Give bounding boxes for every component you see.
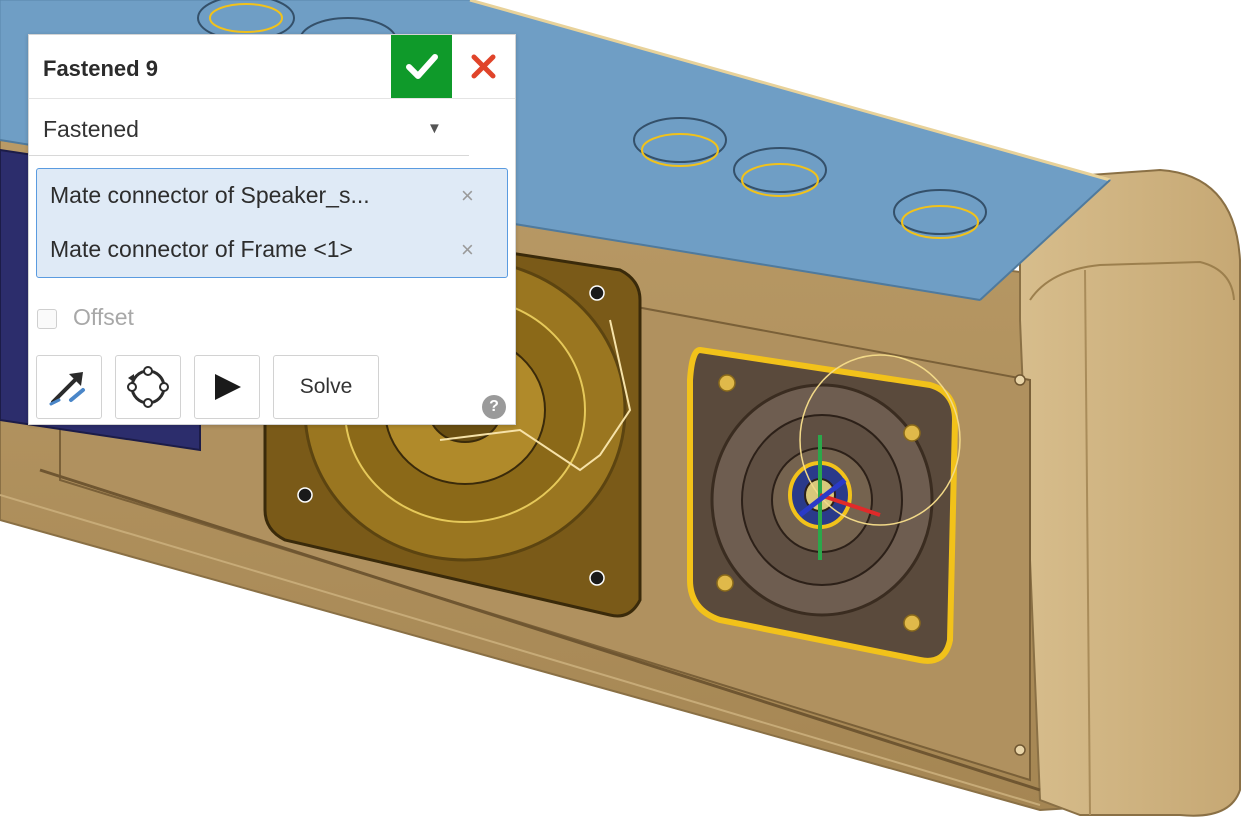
selection-item[interactable]: Mate connector of Speaker_s... × <box>37 169 507 223</box>
offset-label: Offset <box>73 304 134 330</box>
help-question-icon[interactable]: ? <box>482 395 506 419</box>
selection-label: Mate connector of Frame <1> <box>50 236 353 262</box>
dialog-header: Fastened 9 <box>29 35 515 99</box>
reorient-rotate-icon <box>127 366 169 408</box>
close-x-icon <box>471 54 496 79</box>
offset-option[interactable]: Offset <box>37 303 237 333</box>
remove-selection-icon[interactable]: × <box>461 237 474 263</box>
reorient-secondary-axis-button[interactable] <box>115 355 181 419</box>
flip-primary-axis-button[interactable] <box>36 355 102 419</box>
mate-type-value: Fastened <box>43 116 139 142</box>
solve-label: Solve <box>299 375 353 398</box>
dialog-title[interactable]: Fastened 9 <box>43 56 158 82</box>
chevron-down-icon: ▼ <box>427 120 442 137</box>
remove-selection-icon[interactable]: × <box>461 183 474 209</box>
checkmark-icon <box>406 54 438 79</box>
selection-item[interactable]: Mate connector of Frame <1> × <box>37 223 507 277</box>
flip-direction-arrow-icon <box>49 372 85 406</box>
animate-button[interactable] <box>194 355 260 419</box>
offset-checkbox[interactable] <box>37 309 57 329</box>
solve-button[interactable]: Solve <box>273 355 379 419</box>
selection-label: Mate connector of Speaker_s... <box>50 182 370 208</box>
accept-button[interactable] <box>391 35 452 98</box>
mate-feature-dialog: Fastened 9 Fastened ▼ Mate connector of … <box>28 34 516 425</box>
play-animate-icon <box>215 374 241 400</box>
mate-type-select[interactable]: Fastened ▼ <box>29 98 469 156</box>
mate-connector-selection-list[interactable]: Mate connector of Speaker_s... × Mate co… <box>36 168 508 278</box>
cancel-button[interactable] <box>452 35 515 98</box>
